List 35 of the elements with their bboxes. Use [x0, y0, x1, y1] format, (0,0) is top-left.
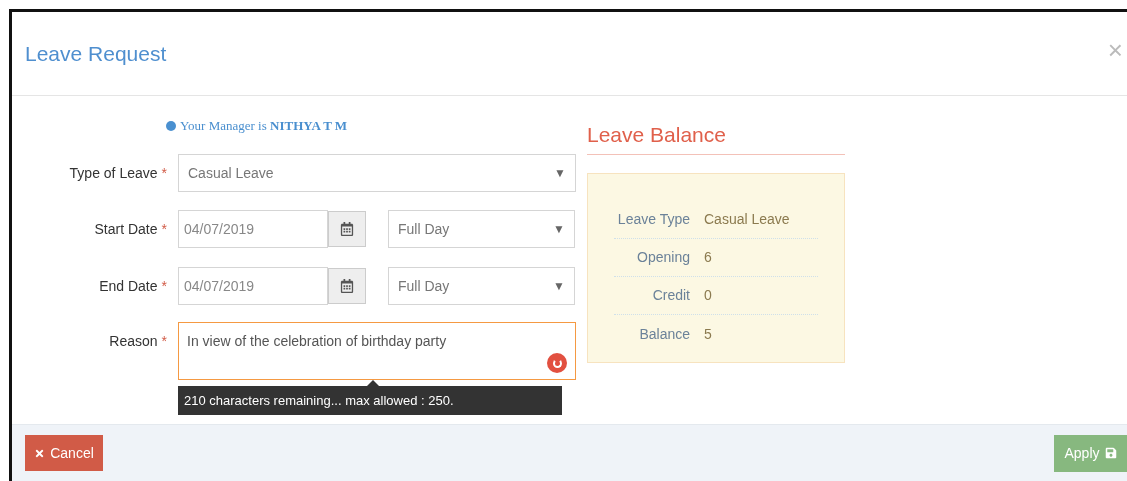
character-count-tooltip: 210 characters remaining... max allowed : 250.: [178, 386, 562, 415]
balance-value: Casual Leave: [704, 210, 790, 229]
manager-note: Your Manager is NITHYA T M: [180, 117, 348, 136]
required-mark: *: [161, 331, 167, 351]
balance-value: 5: [704, 324, 712, 344]
field-label: End Date: [99, 276, 158, 296]
required-mark: *: [161, 219, 167, 239]
calendar-button[interactable]: [328, 211, 366, 247]
select-field[interactable]: Full Day ▼: [388, 210, 575, 248]
spinner-icon: [547, 353, 567, 373]
balance-value: 6: [704, 248, 712, 267]
cancel-button[interactable]: Cancel: [25, 435, 103, 471]
field-label: Start Date: [94, 219, 158, 239]
date-field[interactable]: 04/07/2019: [178, 267, 328, 305]
balance-label: Leave Type: [616, 210, 690, 229]
select-field[interactable]: Casual Leave ▼: [178, 154, 576, 192]
balance-label: Opening: [636, 248, 690, 267]
date-field[interactable]: 04/07/2019: [178, 210, 328, 248]
section-title: Leave Balance: [587, 121, 726, 148]
apply-button[interactable]: Apply: [1054, 434, 1127, 472]
close-icon: [34, 447, 46, 459]
balance-label: Balance: [638, 324, 690, 344]
select-field[interactable]: Full Day ▼: [388, 267, 575, 305]
calendar-icon: [340, 279, 354, 293]
save-icon: [1104, 447, 1117, 459]
required-mark: *: [161, 276, 167, 296]
dialog-title: Leave Request: [25, 40, 167, 67]
field-label: Reason: [109, 331, 158, 351]
calendar-button[interactable]: [328, 268, 366, 304]
reason-field[interactable]: In view of the celebration of birthday party: [178, 322, 576, 380]
field-label: Type of Leave: [69, 163, 158, 183]
required-mark: *: [161, 163, 167, 183]
balance-label: Credit: [651, 286, 690, 305]
balance-value: 0: [704, 286, 712, 305]
calendar-icon: [340, 222, 354, 236]
